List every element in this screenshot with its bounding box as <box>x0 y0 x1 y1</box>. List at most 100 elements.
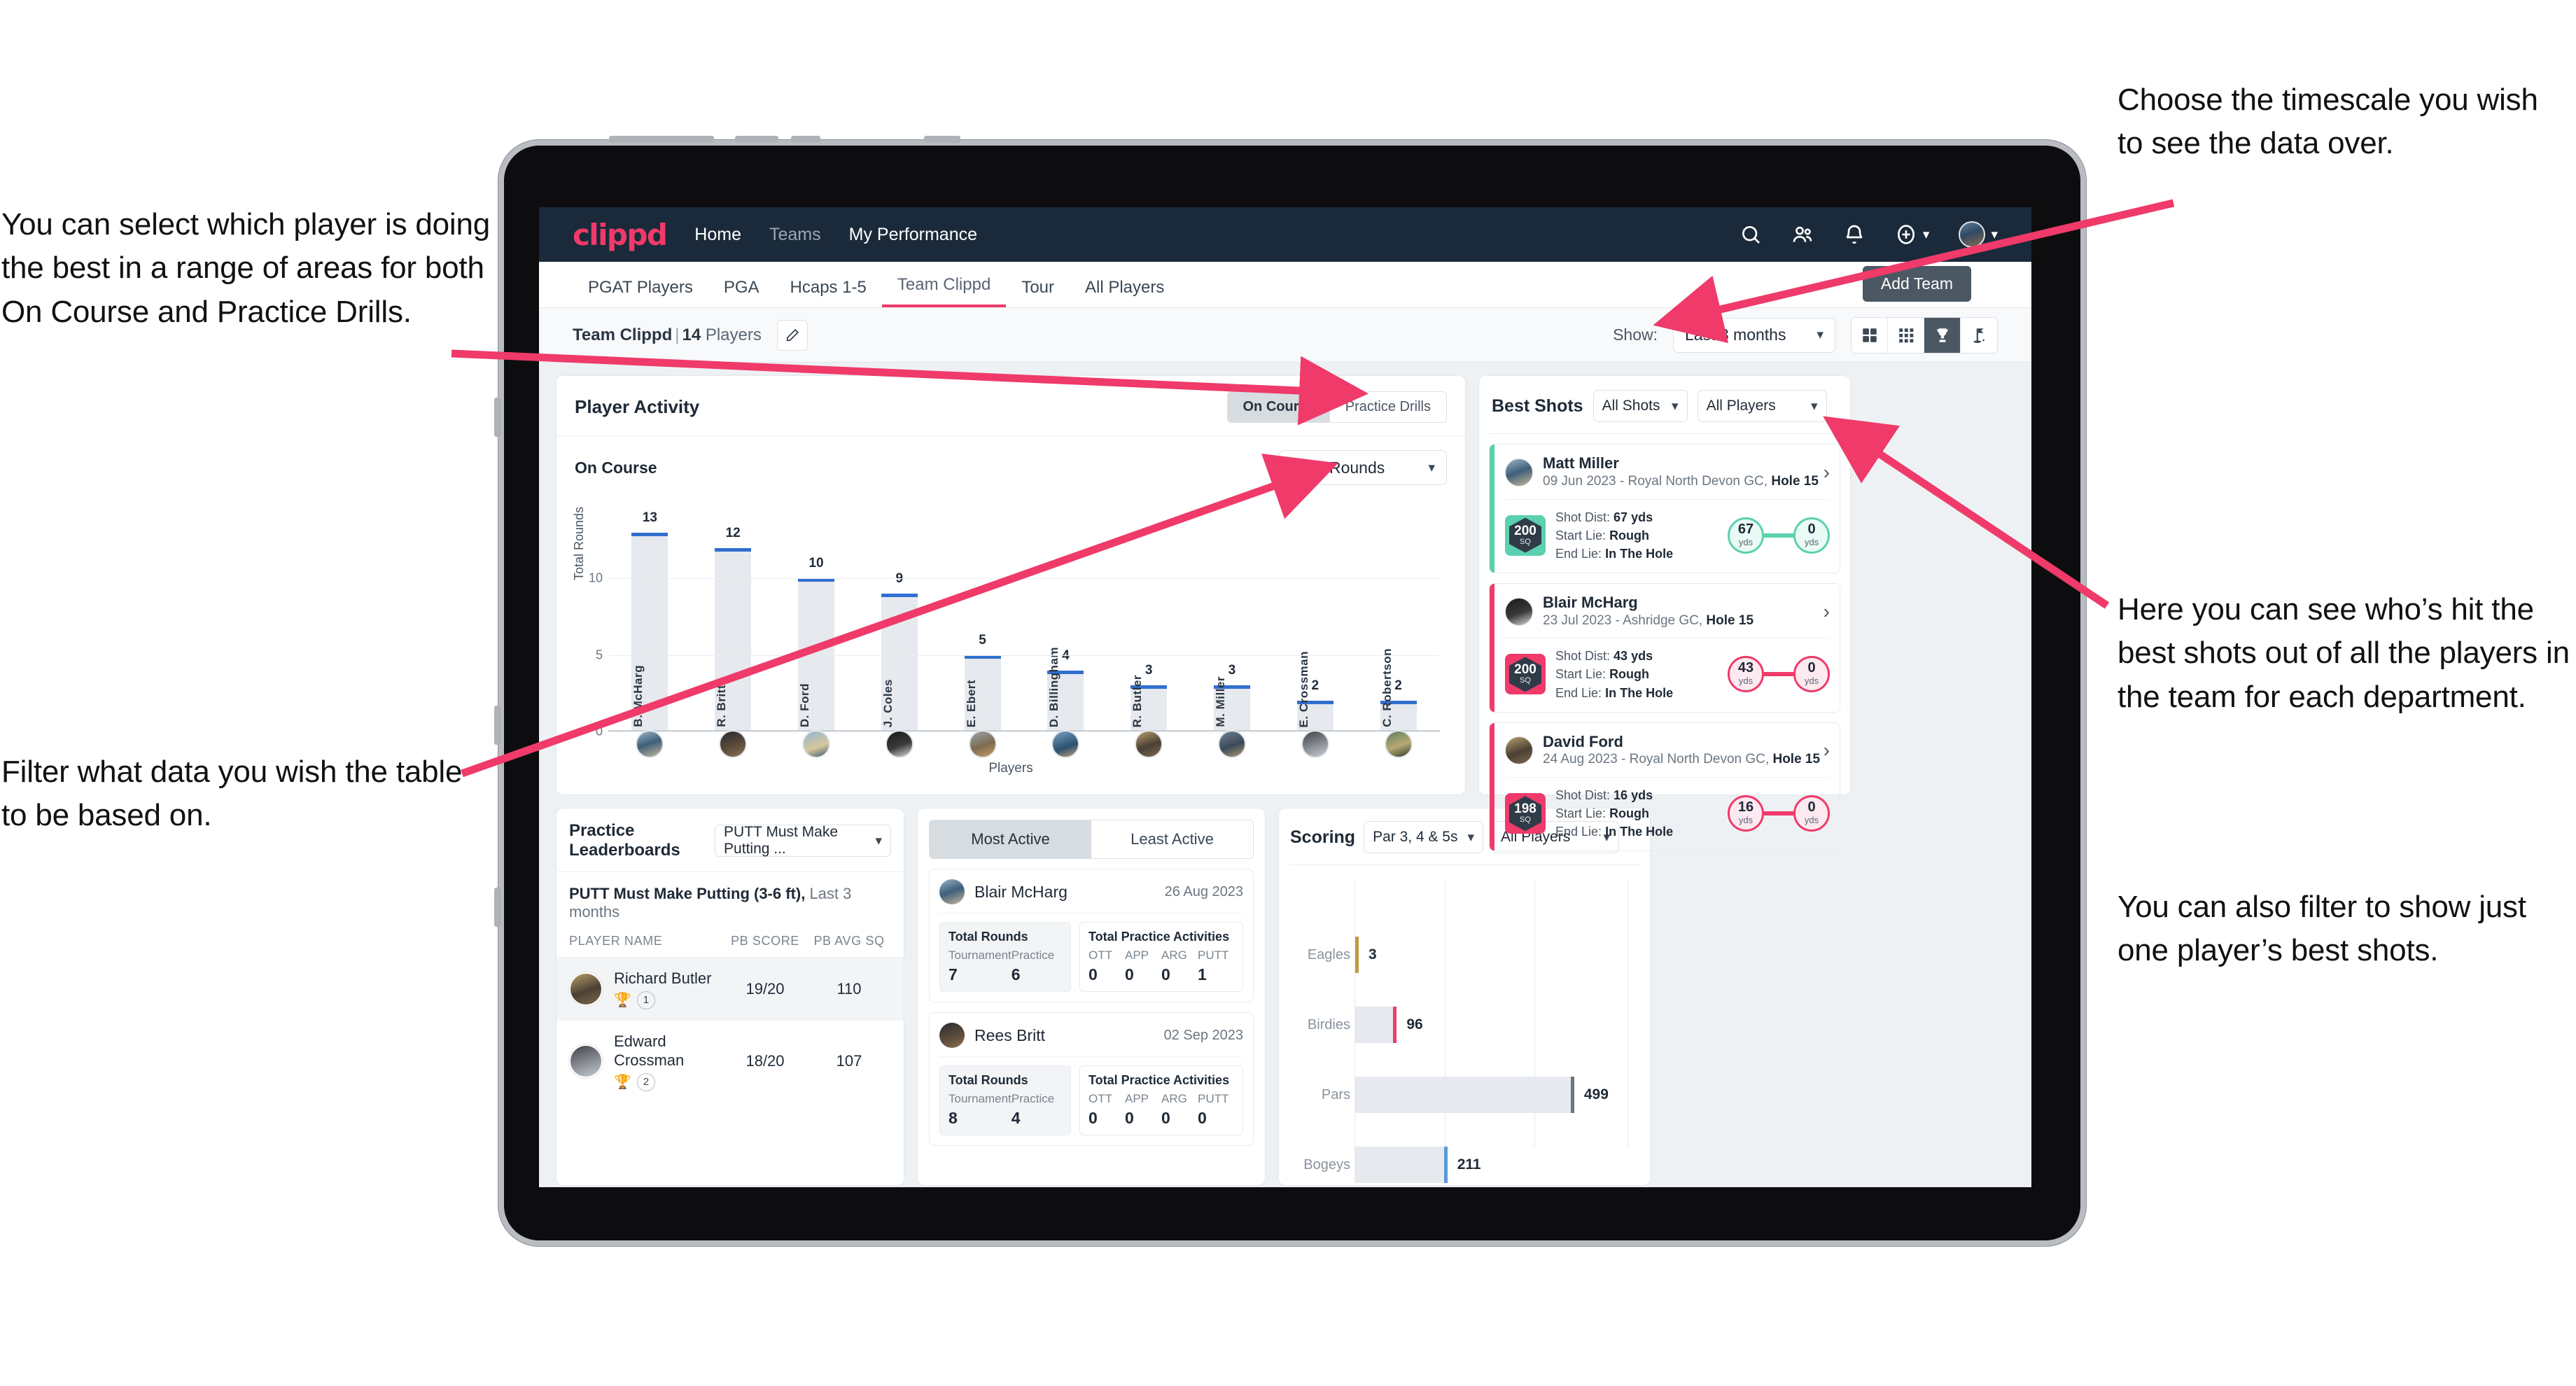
chevron-right-icon[interactable]: › <box>1823 601 1830 622</box>
leaderboard-player-name: Edward Crossman <box>614 1032 685 1070</box>
leaderboard-rank-badge: 🏆 2 <box>614 1072 723 1091</box>
scoring-bar-row[interactable]: 499 <box>1354 1077 1609 1113</box>
player-activity-header: Player Activity On Course Practice Drill… <box>556 376 1465 423</box>
timescale-select[interactable]: Last 3 months ▾ <box>1673 317 1835 353</box>
best-shot-item[interactable]: David Ford 24 Aug 2023 - Royal North Devo… <box>1489 722 1840 852</box>
scoring-bar-row[interactable]: 96 <box>1354 1007 1423 1043</box>
player-avatar[interactable] <box>1505 736 1533 765</box>
chevron-right-icon[interactable]: › <box>1823 741 1830 760</box>
player-avatar[interactable] <box>939 1023 965 1048</box>
pencil-icon <box>786 328 799 341</box>
scoring-bar-row[interactable]: 3 <box>1354 937 1377 973</box>
scoring-bar-row[interactable]: 211 <box>1354 1147 1481 1183</box>
edit-team-button[interactable] <box>776 319 808 351</box>
best-shot-item[interactable]: Blair McHarg 23 Jul 2023 - Ashridge GC, H… <box>1489 582 1840 713</box>
chart-bar-column[interactable]: 13 B. McHarg <box>608 510 692 732</box>
avatar-chevron-down-icon[interactable]: ▾ <box>1991 227 1998 243</box>
tab-pga[interactable]: PGA <box>708 278 775 307</box>
plus-chevron-down-icon[interactable]: ▾ <box>1923 227 1930 243</box>
search-icon[interactable] <box>1740 223 1762 246</box>
activity-item-header: Blair McHarg 26 Aug 2023 <box>939 879 1243 904</box>
view-toggle-grid-small[interactable] <box>1888 317 1924 353</box>
activity-item[interactable]: Blair McHarg 26 Aug 2023 Total Rounds Tourn… <box>929 869 1254 1002</box>
plus-circle-icon[interactable] <box>1895 223 1917 246</box>
player-avatar[interactable] <box>569 972 603 1006</box>
chart-avatar-cell <box>858 730 941 758</box>
player-avatar[interactable] <box>1505 597 1533 626</box>
chart-bar-column[interactable]: 5 E. Ebert <box>941 517 1024 732</box>
best-shot-item[interactable]: Matt Miller 09 Jun 2023 - Royal North Dev… <box>1489 444 1840 573</box>
tab-least-active[interactable]: Least Active <box>1091 820 1253 858</box>
team-players-word: Players <box>705 325 762 344</box>
leaderboard-row[interactable]: Edward Crossman 🏆 2 18/20 107 <box>556 1021 904 1102</box>
clippd-logo[interactable]: clippd <box>573 218 668 252</box>
tab-tour[interactable]: Tour <box>1006 278 1070 307</box>
player-avatar[interactable] <box>1505 458 1533 486</box>
player-avatar[interactable] <box>569 1044 603 1078</box>
player-avatar[interactable] <box>636 730 664 758</box>
metric-select[interactable]: Total Rounds ▾ <box>1279 450 1447 485</box>
player-avatar[interactable] <box>1384 730 1413 758</box>
player-avatar[interactable] <box>939 879 965 904</box>
chart-bar-column[interactable]: 3 R. Butler <box>1107 517 1191 732</box>
people-icon[interactable] <box>1791 223 1814 246</box>
chart-bar-column[interactable]: 2 E. Crossman <box>1273 517 1357 732</box>
chart-bar-column[interactable]: 9J. Coles <box>858 517 941 732</box>
chevron-down-icon: ▾ <box>1811 398 1818 414</box>
activity-item[interactable]: Rees Britt 02 Sep 2023 Total Rounds Tournam… <box>929 1012 1254 1146</box>
player-avatar[interactable] <box>1135 730 1163 758</box>
shot-start-node: 67 yds <box>1728 517 1764 554</box>
chart-gridline <box>608 654 1440 656</box>
scoring-bar-cap <box>1570 1077 1574 1113</box>
tab-all-players[interactable]: All Players <box>1070 278 1180 307</box>
scoring-bar <box>1354 1147 1448 1183</box>
tab-hcaps-1-5[interactable]: Hcaps 1-5 <box>775 278 882 307</box>
tab-most-active[interactable]: Most Active <box>930 820 1091 858</box>
chart-player-avatars <box>608 730 1440 758</box>
scoring-card: Scoring Par 3, 4 & 5s ▾ All Players ▾ Ea… <box>1278 808 1651 1186</box>
chart-bar-column[interactable]: 4D. Billingham <box>1024 517 1107 732</box>
chart-bar-label: B. McHarg <box>631 665 645 727</box>
leaderboard-pb-avg-sq: 110 <box>836 979 862 997</box>
player-avatar[interactable] <box>885 730 913 758</box>
chart-bar: R. Butler <box>1130 675 1168 732</box>
activity-card: Most Active Least Active Blair McHarg 26 … <box>917 808 1266 1186</box>
best-shots-shot-filter[interactable]: All Shots ▾ <box>1592 390 1688 422</box>
bell-icon[interactable] <box>1843 223 1865 246</box>
segment-practice-drills[interactable]: Practice Drills <box>1329 392 1446 422</box>
activity-item-header: Rees Britt 02 Sep 2023 <box>939 1023 1243 1048</box>
drill-select[interactable]: PUTT Must Make Putting ... ▾ <box>715 824 891 857</box>
scoring-bar <box>1354 937 1359 973</box>
view-toggle-grid-large[interactable] <box>1851 317 1888 353</box>
segment-on-course[interactable]: On Course <box>1227 392 1330 422</box>
best-shots-player-filter[interactable]: All Players ▾ <box>1697 390 1827 422</box>
player-activity-subheader: On Course Total Rounds ▾ <box>556 436 1465 485</box>
topnav-home[interactable]: Home <box>694 225 741 245</box>
chart-bar-column[interactable]: 12 R. Britt <box>692 517 775 732</box>
chart-bar-column[interactable]: 10 D. Ford <box>775 517 858 732</box>
chevron-right-icon[interactable]: › <box>1823 462 1830 482</box>
player-avatar[interactable] <box>1051 730 1080 758</box>
player-avatar[interactable] <box>1301 730 1329 758</box>
best-shots-list: Matt Miller 09 Jun 2023 - Royal North Dev… <box>1479 444 1850 852</box>
player-avatar[interactable] <box>719 730 748 758</box>
player-avatar[interactable] <box>1217 730 1246 758</box>
best-shot-header: Blair McHarg 23 Jul 2023 - Ashridge GC, H… <box>1490 584 1840 638</box>
leaderboard-row[interactable]: Richard Butler 🏆 1 19/20 110 <box>556 958 904 1021</box>
chart-bar-column[interactable]: 3 M. Miller <box>1191 517 1274 732</box>
view-toggle-flag[interactable] <box>1961 317 1997 353</box>
view-toggle-trophy[interactable] <box>1924 317 1961 353</box>
tab-pgat-players[interactable]: PGAT Players <box>573 278 708 307</box>
total-practice-box: Total Practice Activities OTT 0 APP 0 ARG 0 PUT… <box>1079 922 1243 992</box>
topnav-my-performance[interactable]: My Performance <box>849 225 977 245</box>
chart-bar-column[interactable]: 2 C. Robertson <box>1357 517 1440 732</box>
user-avatar[interactable] <box>1959 221 1986 248</box>
tab-team-clippd[interactable]: Team Clippd <box>881 275 1007 307</box>
player-avatar[interactable] <box>968 730 997 758</box>
topnav-teams[interactable]: Teams <box>769 225 821 245</box>
chart-avatar-cell <box>608 730 692 758</box>
player-avatar[interactable] <box>802 730 830 758</box>
chart-bar: E. Crossman <box>1296 651 1334 732</box>
leaderboard-rank-badge: 🏆 1 <box>614 990 723 1009</box>
scoring-par-select[interactable]: Par 3, 4 & 5s ▾ <box>1364 821 1484 853</box>
